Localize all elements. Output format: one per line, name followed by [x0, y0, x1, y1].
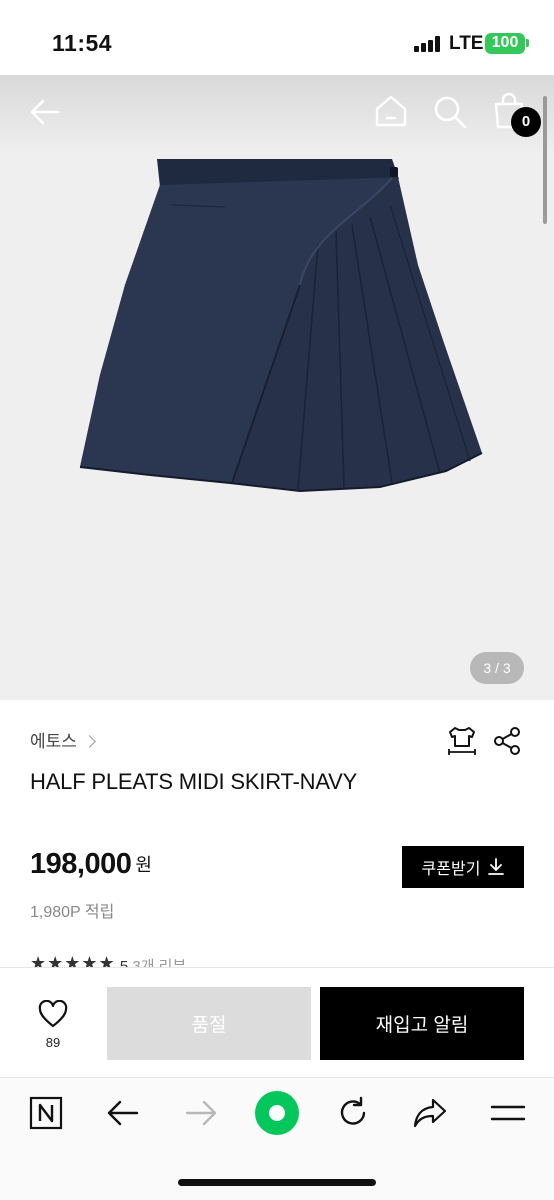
home-icon[interactable] — [374, 94, 408, 128]
review-count: 3개 리뷰 — [132, 958, 187, 967]
restock-alert-button[interactable]: 재입고 알림 — [320, 987, 524, 1060]
product-image — [79, 159, 483, 493]
green-dot-icon[interactable] — [254, 1090, 300, 1136]
menu-icon[interactable] — [490, 1100, 526, 1126]
review-stars: ★★★★★ — [30, 955, 116, 967]
share-arrow-icon[interactable] — [412, 1096, 448, 1130]
coupon-label: 쿠폰받기 — [421, 861, 481, 878]
brand-name: 에토스 — [30, 732, 77, 751]
search-icon[interactable] — [432, 94, 468, 130]
soldout-label: 품절 — [191, 1015, 227, 1036]
gallery-pager: 3 / 3 — [470, 652, 524, 684]
reward-points: 1,980P 적립 — [30, 904, 115, 921]
review-score: 5 — [119, 958, 129, 967]
battery-nub — [526, 39, 529, 47]
network-label: LTE — [449, 33, 484, 54]
heart-icon — [38, 999, 68, 1028]
price-currency: 원 — [135, 855, 152, 875]
status-time: 11:54 — [52, 30, 113, 56]
battery-icon: 100 — [485, 33, 525, 54]
like-count: 89 — [45, 1035, 61, 1050]
battery-level: 100 — [491, 34, 519, 51]
back-icon[interactable] — [106, 1098, 140, 1128]
coupon-download-button[interactable]: 쿠폰받기 — [402, 846, 524, 888]
product-image-gallery[interactable]: 3 / 3 — [0, 75, 554, 700]
cart-count-badge: 0 — [511, 107, 541, 137]
home-indicator — [178, 1179, 376, 1186]
chevron-right-icon — [83, 735, 96, 748]
share-icon[interactable] — [492, 726, 522, 756]
naver-icon[interactable] — [29, 1096, 63, 1130]
review-summary[interactable]: ★★★★★ 5 3개 리뷰 — [30, 955, 186, 967]
forward-icon[interactable] — [184, 1098, 218, 1128]
reload-icon[interactable] — [336, 1096, 370, 1130]
like-button[interactable]: 89 — [22, 999, 84, 1050]
status-bar: 11:54 LTE 100 — [0, 0, 554, 75]
brand-link[interactable]: 에토스 — [30, 727, 96, 752]
price: 198,000 원 — [30, 848, 152, 881]
soldout-button: 품절 — [107, 987, 311, 1060]
signal-icon — [414, 36, 444, 52]
price-value: 198,000 — [30, 848, 132, 880]
back-arrow-icon[interactable] — [28, 95, 62, 129]
scroll-indicator — [543, 96, 547, 224]
download-icon — [488, 858, 505, 875]
restock-label: 재입고 알림 — [375, 1015, 469, 1036]
product-title: HALF PLEATS MIDI SKIRT-NAVY — [30, 769, 358, 794]
size-guide-icon[interactable] — [446, 724, 478, 756]
